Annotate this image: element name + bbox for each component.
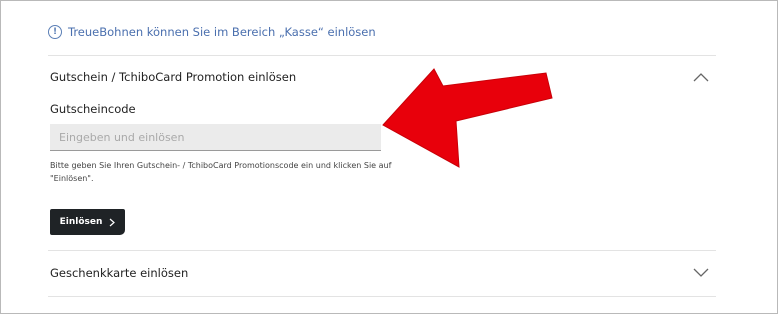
redeem-button[interactable]: Einlösen (50, 209, 125, 235)
chevron-up-icon[interactable] (693, 72, 709, 82)
treuebohnen-info: ! TreueBohnen können Sie im Bereich „Kas… (48, 21, 376, 43)
voucher-code-input[interactable] (50, 124, 381, 151)
voucher-help-text: Bitte geben Sie Ihren Gutschein- / Tchib… (50, 161, 392, 183)
gift-card-section-title[interactable]: Geschenkkarte einlösen (50, 266, 188, 280)
screenshot-frame: ! TreueBohnen können Sie im Bereich „Kas… (0, 0, 778, 314)
info-icon: ! (48, 25, 62, 39)
voucher-code-label: Gutscheincode (50, 102, 136, 116)
divider (48, 250, 716, 251)
redeem-button-label: Einlösen (59, 217, 103, 227)
divider (48, 296, 716, 297)
info-text: TreueBohnen können Sie im Bereich „Kasse… (68, 25, 376, 39)
chevron-down-icon[interactable] (693, 268, 709, 278)
chevron-right-icon (109, 218, 116, 226)
red-arrow-icon (382, 68, 553, 168)
divider (48, 55, 716, 56)
voucher-section-title[interactable]: Gutschein / TchiboCard Promotion einlöse… (50, 70, 296, 84)
